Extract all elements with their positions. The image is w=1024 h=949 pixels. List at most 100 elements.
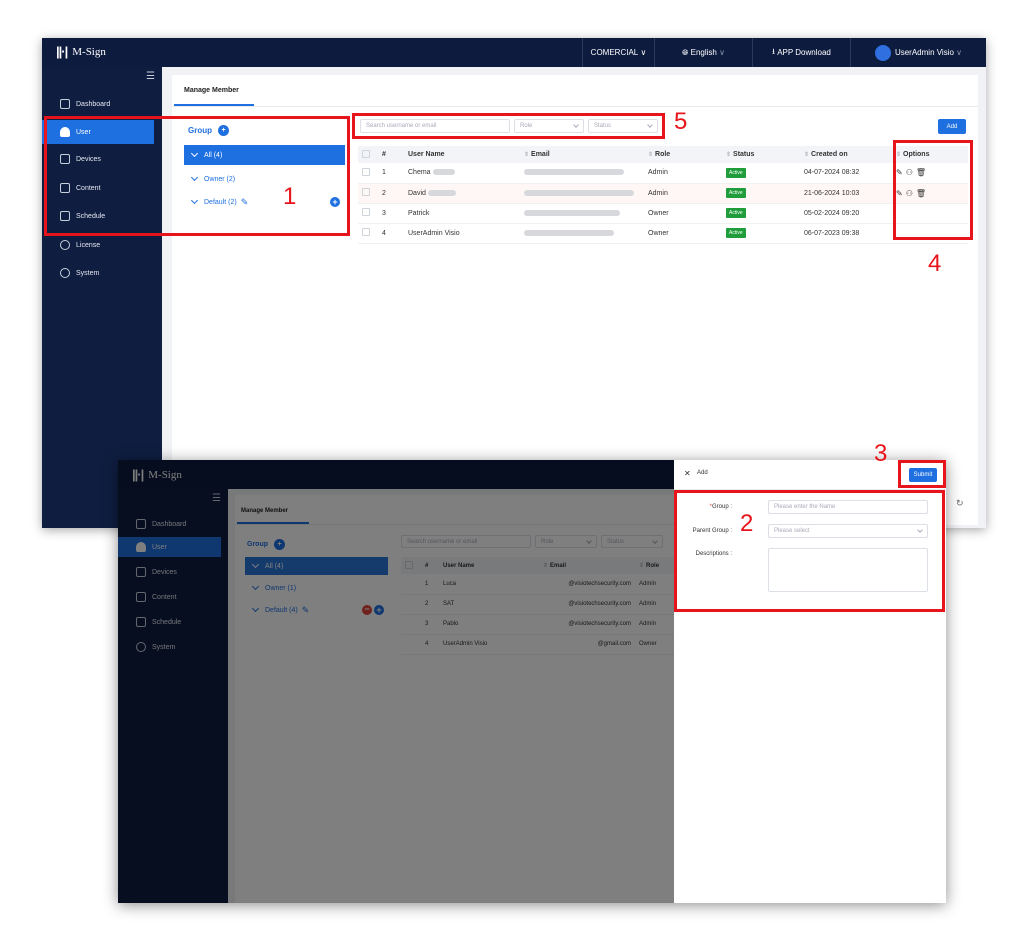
sort-icon: ⇕ bbox=[804, 152, 810, 158]
group-name-placeholder: Please enter the Name bbox=[774, 504, 836, 510]
group-item-all[interactable]: All (4) bbox=[184, 145, 345, 165]
row-email bbox=[520, 183, 644, 204]
row-checkbox[interactable] bbox=[358, 183, 378, 204]
col-role[interactable]: ⇕Role bbox=[644, 146, 722, 163]
sidebar-item-dashboard[interactable]: Dashboard bbox=[42, 94, 162, 114]
col-status[interactable]: ⇕ Status bbox=[722, 146, 800, 163]
group-name-input[interactable]: Please enter the Name bbox=[768, 500, 928, 514]
row-username: Chema bbox=[404, 163, 520, 184]
app-download-link[interactable]: ⭳ APP Download bbox=[752, 38, 850, 67]
sidebar-item-system[interactable]: System bbox=[42, 263, 162, 283]
row-options: ✎ ⚇ 🗑︎ bbox=[892, 183, 968, 204]
user-menu[interactable]: UserAdmin Visio ∨ bbox=[850, 38, 986, 67]
row-status: Active bbox=[722, 223, 800, 244]
col-email-label: Email bbox=[531, 151, 550, 158]
status-select[interactable]: Status bbox=[588, 119, 658, 133]
sidebar: ☰ Dashboard User Devices Content Schedul… bbox=[42, 67, 162, 528]
descriptions-textarea[interactable] bbox=[768, 548, 928, 592]
group-header: Group + bbox=[188, 125, 229, 136]
status-badge: Active bbox=[726, 208, 746, 218]
edit-icon[interactable]: ✎ bbox=[241, 197, 249, 208]
sort-icon: ⇕ bbox=[524, 152, 530, 158]
redacted-email bbox=[524, 209, 620, 216]
table-row[interactable]: 4 UserAdmin Visio Owner Active 06-07-202… bbox=[358, 223, 968, 244]
row-username: David bbox=[404, 183, 520, 204]
table-row[interactable]: 3 Patrick Owner Active 05-02-2024 09:20 bbox=[358, 203, 968, 224]
monitor-icon bbox=[60, 154, 70, 164]
collapse-menu-icon[interactable]: ☰ bbox=[146, 71, 155, 82]
company-label: COMERCIAL bbox=[590, 48, 639, 57]
user-management-screen: ||·| M-Sign COMERCIAL ∨ 🌐︎ English ∨ ⭳ A… bbox=[42, 38, 986, 528]
parent-group-select[interactable]: Please select bbox=[768, 524, 928, 538]
col-options-label: Options bbox=[903, 151, 930, 158]
app-logo: ||·| M-Sign bbox=[56, 44, 106, 59]
close-icon[interactable]: ✕ bbox=[684, 469, 691, 478]
sidebar-item-schedule[interactable]: Schedule bbox=[42, 206, 162, 226]
redacted-email bbox=[524, 169, 624, 176]
row-num: 1 bbox=[378, 163, 404, 184]
sidebar-item-user[interactable]: User bbox=[42, 120, 154, 144]
select-all-checkbox[interactable] bbox=[358, 146, 378, 163]
callout-2: 2 bbox=[740, 510, 754, 537]
divider bbox=[172, 106, 978, 107]
redacted-text bbox=[432, 169, 455, 176]
sidebar-item-content[interactable]: Content bbox=[42, 178, 162, 198]
col-role-label: Role bbox=[655, 151, 671, 158]
group-item-default[interactable]: Default (2) ✎ bbox=[184, 192, 284, 212]
sort-icon: ⇕ bbox=[726, 152, 732, 158]
divider bbox=[674, 489, 946, 490]
add-subgroup-icon[interactable]: + bbox=[330, 197, 340, 207]
group-item-owner[interactable]: Owner (2) bbox=[184, 169, 345, 189]
language-selector[interactable]: 🌐︎ English ∨ bbox=[654, 38, 752, 67]
group-title: Group bbox=[188, 126, 212, 135]
trash-icon[interactable]: 🗑︎ bbox=[916, 189, 926, 198]
plus-icon[interactable]: + bbox=[218, 125, 229, 136]
edit-icon[interactable]: ✎ bbox=[896, 168, 903, 177]
row-options bbox=[892, 203, 968, 224]
callout-1: 1 bbox=[283, 183, 297, 210]
add-button[interactable]: Add bbox=[938, 119, 966, 134]
submit-button[interactable]: Submit bbox=[909, 468, 937, 482]
row-checkbox[interactable] bbox=[358, 163, 378, 184]
row-email bbox=[520, 203, 644, 224]
modal-backdrop[interactable] bbox=[118, 460, 674, 903]
row-options: ✎ ⚇ 🗑︎ bbox=[892, 163, 968, 184]
col-created-label: Created on bbox=[811, 151, 848, 158]
sidebar-item-label: Schedule bbox=[76, 212, 106, 220]
row-checkbox[interactable] bbox=[358, 223, 378, 244]
search-input[interactable]: Search username or email bbox=[360, 119, 510, 133]
tab-manage-member[interactable]: Manage Member bbox=[184, 87, 239, 94]
company-selector[interactable]: COMERCIAL ∨ bbox=[582, 38, 654, 67]
download-label: APP Download bbox=[777, 48, 831, 57]
image-icon bbox=[60, 183, 70, 193]
role-select[interactable]: Role bbox=[514, 119, 584, 133]
trash-icon[interactable]: 🗑︎ bbox=[916, 168, 926, 177]
download-icon: ⭳ bbox=[772, 46, 775, 56]
chevron-down-icon bbox=[647, 122, 653, 128]
sidebar-item-license[interactable]: License bbox=[42, 235, 162, 255]
callout-3: 3 bbox=[874, 440, 888, 467]
edit-icon[interactable]: ✎ bbox=[896, 189, 903, 198]
table-row[interactable]: 1 Chema Admin Active 04-07-2024 08:32 ✎ ⚇… bbox=[358, 163, 968, 184]
chevron-down-icon bbox=[190, 196, 199, 205]
user-settings-icon[interactable]: ⚇ bbox=[906, 168, 913, 177]
add-group-screen: ||·| M-Sign ☰ Dashboard User Devices Con… bbox=[118, 460, 946, 903]
chevron-down-icon: ∨ bbox=[956, 48, 963, 57]
username-text: Chema bbox=[408, 169, 431, 177]
row-checkbox[interactable] bbox=[358, 203, 378, 224]
row-role: Owner bbox=[644, 203, 722, 224]
table-row[interactable]: 2 David Admin Active 21-06-2024 10:03 ✎ ⚇… bbox=[358, 183, 968, 204]
refresh-icon[interactable]: ↻ bbox=[956, 498, 964, 509]
status-badge: Active bbox=[726, 188, 746, 198]
col-created[interactable]: ⇕ Created on bbox=[800, 146, 892, 163]
user-icon bbox=[60, 127, 70, 137]
user-settings-icon[interactable]: ⚇ bbox=[906, 189, 913, 198]
add-group-drawer: ✕ Add Submit *Group : Please enter the N… bbox=[674, 460, 946, 903]
language-label: English bbox=[690, 48, 717, 57]
chevron-down-icon: ∨ bbox=[719, 48, 725, 57]
shield-icon bbox=[60, 240, 70, 250]
col-email[interactable]: ⇕Email bbox=[520, 146, 644, 163]
sidebar-item-devices[interactable]: Devices bbox=[42, 149, 162, 169]
col-num: # bbox=[378, 146, 404, 163]
col-status-label: Status bbox=[733, 151, 755, 158]
